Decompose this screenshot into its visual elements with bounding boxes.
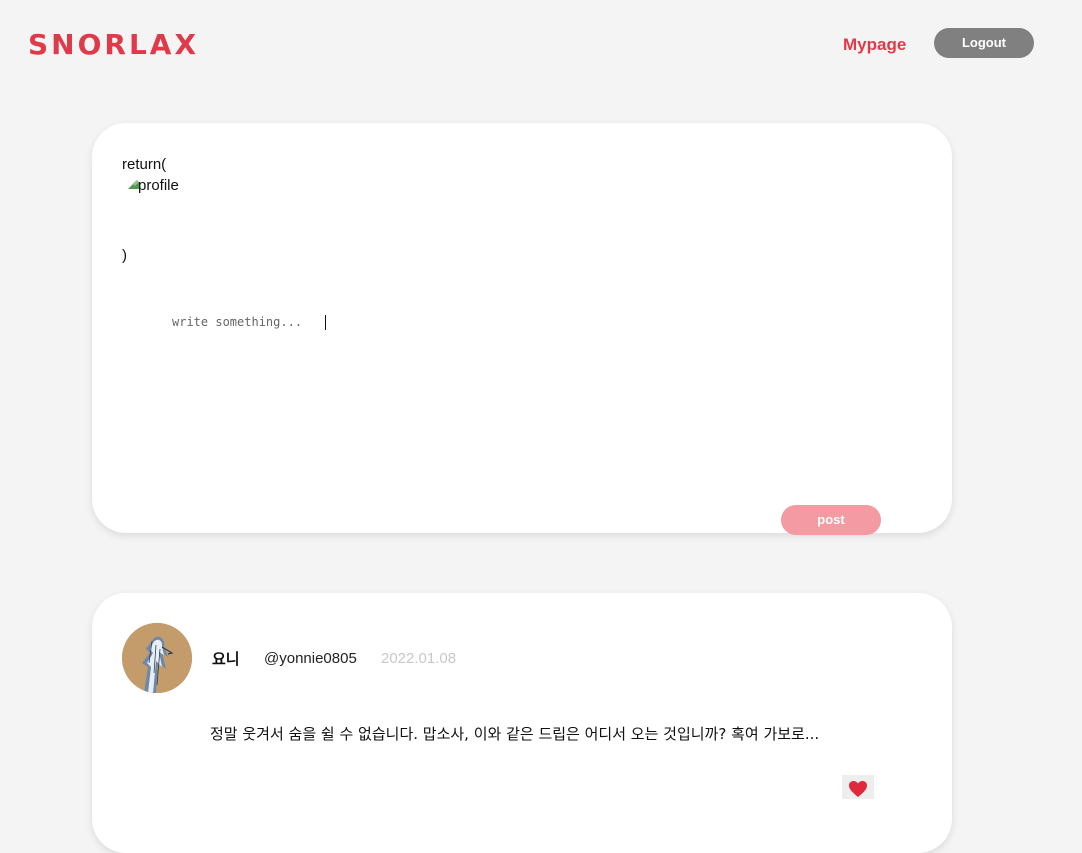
post-author-name[interactable]: 요니 [212, 649, 240, 669]
post-input-wrapper [120, 303, 920, 665]
post-content[interactable]: 정말 웃겨서 숨을 쉴 수 없습니다. 맙소사, 이와 같은 드립은 어디서 오… [210, 723, 910, 745]
avatar[interactable] [122, 623, 192, 693]
logout-button[interactable]: Logout [934, 28, 1034, 58]
top-nav: SNORLAX Mypage Logout [0, 0, 1082, 90]
post-date: 2022.01.08 [381, 650, 457, 667]
post-composer-card: return( profile ) post [92, 123, 952, 665]
mypage-link[interactable]: Mypage [843, 34, 906, 56]
post-button[interactable]: post [781, 505, 881, 535]
avatar-illustration [122, 623, 192, 693]
heart-icon [849, 780, 867, 797]
code-text-open: return( [122, 156, 167, 173]
app-logo[interactable]: SNORLAX [28, 28, 199, 62]
post-author-handle[interactable]: @yonnie0805 [264, 649, 357, 669]
code-text-close: ) [122, 247, 127, 264]
text-caret [325, 315, 326, 330]
like-button[interactable] [842, 775, 874, 799]
profile-image-alt-text: profile [138, 177, 179, 194]
post-textarea[interactable] [120, 303, 892, 486]
feed-post-card: 요니 @yonnie0805 2022.01.08 정말 웃겨서 숨을 쉴 수 … [92, 593, 952, 853]
